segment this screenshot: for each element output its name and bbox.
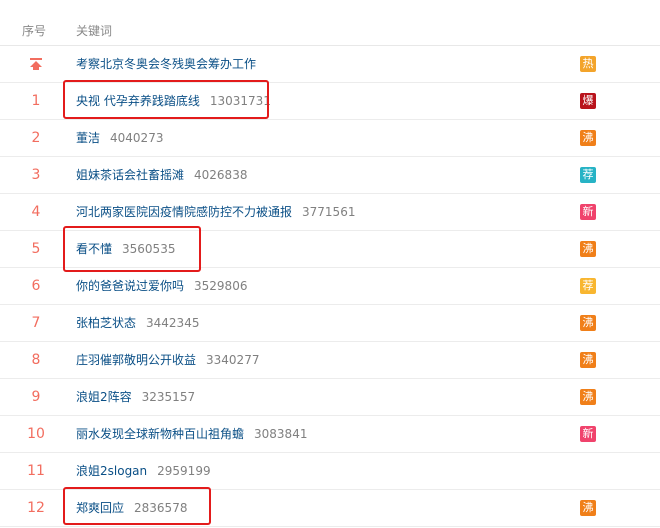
search-count: 3442345 [146, 316, 200, 330]
keyword-cell: 河北两家医院因疫情院感防控不力被通报 3771561 [76, 194, 355, 231]
keyword-link[interactable]: 浪姐2阵容 [76, 390, 132, 404]
list-item[interactable]: 5 看不懂 3560535 沸 [0, 231, 660, 268]
keyword-cell: 看不懂 3560535 [76, 231, 175, 268]
keyword-link[interactable]: 你的爸爸说过爱你吗 [76, 279, 184, 293]
keyword-cell: 丽水发现全球新物种百山祖角蟾 3083841 [76, 416, 307, 453]
keyword-link[interactable]: 董洁 [76, 131, 100, 145]
search-count: 3340277 [206, 353, 260, 367]
keyword-cell: 庄羽催郭敬明公开收益 3340277 [76, 342, 259, 379]
search-count: 3560535 [122, 242, 176, 256]
status-badge: 沸 [580, 389, 596, 405]
search-count: 2959199 [157, 464, 211, 478]
status-badge: 沸 [580, 130, 596, 146]
rank-number: 12 [27, 500, 45, 516]
status-badge: 沸 [580, 315, 596, 331]
keyword-cell: 浪姐2slogan 2959199 [76, 453, 211, 490]
list-item[interactable]: 2 董洁 4040273 沸 [0, 120, 660, 157]
list-item[interactable]: 9 浪姐2阵容 3235157 沸 [0, 379, 660, 416]
list-item[interactable]: 3 姐妹茶话会社畜摇滩 4026838 荐 [0, 157, 660, 194]
rank-number: 10 [27, 426, 45, 442]
search-count: 3529806 [194, 279, 248, 293]
status-badge: 沸 [580, 352, 596, 368]
rank-number: 2 [31, 130, 41, 146]
list-item[interactable]: 1 央视 代孕弃养践踏底线 13031731 爆 [0, 83, 660, 120]
search-count: 4026838 [194, 168, 248, 182]
rank-number: 5 [31, 241, 41, 257]
keyword-link[interactable]: 丽水发现全球新物种百山祖角蟾 [76, 427, 244, 441]
search-count: 3083841 [254, 427, 308, 441]
rank-number: 11 [27, 463, 45, 479]
search-count: 3771561 [302, 205, 356, 219]
status-badge: 新 [580, 204, 596, 220]
keyword-cell: 考察北京冬奥会冬残奥会筹办工作 [76, 46, 256, 83]
pin-top-icon [30, 58, 42, 70]
rank-number: 7 [31, 315, 41, 331]
status-badge: 新 [580, 426, 596, 442]
keyword-link[interactable]: 张柏芝状态 [76, 316, 136, 330]
list-item[interactable]: 11 浪姐2slogan 2959199 [0, 453, 660, 490]
rank-number: 6 [31, 278, 41, 294]
keyword-cell: 浪姐2阵容 3235157 [76, 379, 195, 416]
keyword-cell: 董洁 4040273 [76, 120, 163, 157]
status-badge: 沸 [580, 500, 596, 516]
rank-number: 9 [31, 389, 41, 405]
keyword-cell: 你的爸爸说过爱你吗 3529806 [76, 268, 247, 305]
list-item[interactable]: 4 河北两家医院因疫情院感防控不力被通报 3771561 新 [0, 194, 660, 231]
keyword-link[interactable]: 看不懂 [76, 242, 112, 256]
keyword-link[interactable]: 河北两家医院因疫情院感防控不力被通报 [76, 205, 292, 219]
keyword-cell: 张柏芝状态 3442345 [76, 305, 199, 342]
keyword-link[interactable]: 郑爽回应 [76, 501, 124, 515]
list-item[interactable]: 12 郑爽回应 2836578 沸 [0, 490, 660, 527]
keyword-cell: 姐妹茶话会社畜摇滩 4026838 [76, 157, 247, 194]
status-badge: 荐 [580, 278, 596, 294]
list-item[interactable]: 10 丽水发现全球新物种百山祖角蟾 3083841 新 [0, 416, 660, 453]
list-item[interactable]: 6 你的爸爸说过爱你吗 3529806 荐 [0, 268, 660, 305]
list-item[interactable]: 考察北京冬奥会冬残奥会筹办工作 热 [0, 46, 660, 83]
list-item[interactable]: 7 张柏芝状态 3442345 沸 [0, 305, 660, 342]
pinned-rank [22, 46, 50, 83]
keyword-link[interactable]: 央视 代孕弃养践踏底线 [76, 94, 200, 108]
list-item[interactable]: 8 庄羽催郭敬明公开收益 3340277 沸 [0, 342, 660, 379]
keyword-link[interactable]: 姐妹茶话会社畜摇滩 [76, 168, 184, 182]
rank-number: 3 [31, 167, 41, 183]
keyword-link[interactable]: 考察北京冬奥会冬残奥会筹办工作 [76, 57, 256, 71]
keyword-link[interactable]: 庄羽催郭敬明公开收益 [76, 353, 196, 367]
table-header: 序号 关键词 [0, 0, 660, 46]
status-badge: 荐 [580, 167, 596, 183]
status-badge: 爆 [580, 93, 596, 109]
search-count: 13031731 [209, 94, 271, 108]
rank-number: 4 [31, 204, 41, 220]
status-badge: 热 [580, 56, 596, 72]
search-count: 4040273 [110, 131, 164, 145]
keyword-cell: 央视 代孕弃养践踏底线 13031731 [76, 83, 271, 120]
keyword-link[interactable]: 浪姐2slogan [76, 464, 147, 478]
status-badge: 沸 [580, 241, 596, 257]
keyword-column-header: 关键词 [76, 24, 113, 38]
search-count: 2836578 [134, 501, 188, 515]
rank-number: 1 [31, 93, 41, 109]
rank-number: 8 [31, 352, 41, 368]
rank-column-header: 序号 [22, 24, 47, 38]
keyword-cell: 郑爽回应 2836578 [76, 490, 187, 527]
search-count: 3235157 [141, 390, 196, 404]
